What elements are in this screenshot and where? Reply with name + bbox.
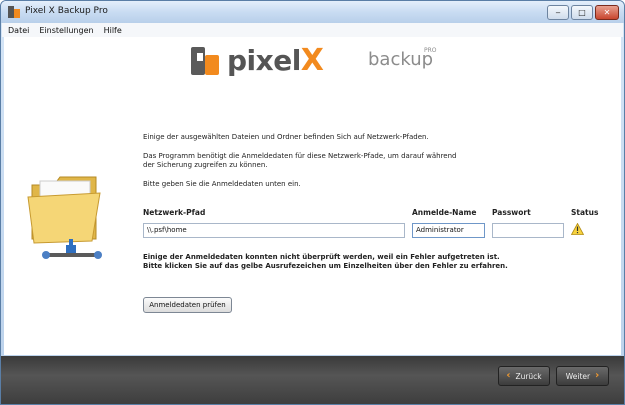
intro-text-2b: der Sicherung zugreifen zu können.: [143, 161, 268, 169]
app-window: Pixel X Backup Pro ‒ □ ✕ Datei Einstellu…: [0, 0, 625, 405]
menu-hilfe[interactable]: Hilfe: [104, 26, 122, 35]
warning-icon[interactable]: [571, 223, 584, 235]
error-message: Einige der Anmeldedaten konnten nicht üb…: [143, 253, 603, 271]
back-button[interactable]: ‹ Zurück: [498, 366, 550, 386]
intro-text-3: Bitte geben Sie die Anmeldedaten unten e…: [143, 180, 301, 188]
footer-bar: ‹ Zurück Weiter ›: [1, 356, 624, 404]
header-login-name: Anmelde-Name: [412, 208, 477, 217]
check-credentials-button[interactable]: Anmeldedaten prüfen: [143, 297, 232, 313]
network-path-field[interactable]: \\.psf\home: [143, 223, 405, 238]
password-field[interactable]: [492, 223, 564, 238]
header-password: Passwort: [492, 208, 531, 217]
title-bar[interactable]: Pixel X Backup Pro ‒ □ ✕: [1, 1, 624, 23]
next-button[interactable]: Weiter ›: [556, 366, 609, 386]
next-label: Weiter: [565, 371, 591, 381]
login-name-field[interactable]: Administrator: [412, 223, 485, 238]
brand-main: pixel: [227, 44, 301, 77]
edition-label: PRO: [424, 47, 437, 54]
network-folder-icon: [27, 176, 102, 259]
header-network-path: Netzwerk-Pfad: [143, 208, 206, 217]
minimize-button[interactable]: ‒: [547, 5, 569, 20]
intro-text-2a: Das Programm benötigt die Anmeldedaten f…: [143, 152, 457, 160]
menu-bar: Datei Einstellungen Hilfe: [2, 23, 623, 37]
brand-logo-text: pixelX: [227, 43, 324, 78]
brand-x: X: [300, 43, 324, 78]
back-label: Zurück: [515, 371, 542, 381]
error-line-1: Einige der Anmeldedaten konnten nicht üb…: [143, 253, 500, 261]
main-content: pixelX backup PRO Einige der ausgewählte…: [4, 37, 621, 355]
menu-datei[interactable]: Datei: [8, 26, 29, 35]
pixelx-logo-icon: [191, 47, 219, 75]
app-logo-icon: [8, 6, 20, 18]
header-status: Status: [571, 208, 599, 217]
intro-text-2: Das Programm benötigt die Anmeldedaten f…: [143, 152, 483, 170]
menu-einstellungen[interactable]: Einstellungen: [39, 26, 93, 35]
maximize-button[interactable]: □: [571, 5, 593, 20]
close-button[interactable]: ✕: [595, 5, 619, 20]
chevron-left-icon: ‹: [506, 370, 511, 381]
chevron-right-icon: ›: [595, 370, 600, 381]
window-title: Pixel X Backup Pro: [25, 6, 108, 16]
error-line-2: Bitte klicken Sie auf das gelbe Ausrufez…: [143, 262, 508, 270]
intro-text-1: Einige der ausgewählten Dateien und Ordn…: [143, 133, 429, 141]
